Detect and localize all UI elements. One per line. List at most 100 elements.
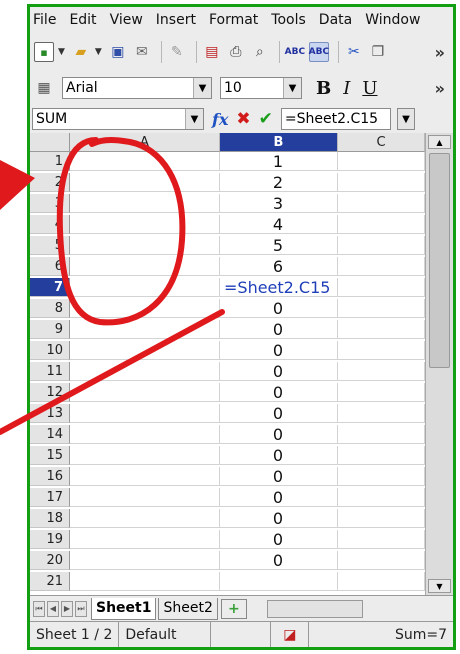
row-header[interactable]: 21 [30, 572, 70, 591]
email-icon[interactable]: ✉ [132, 42, 152, 62]
row-header[interactable]: 7 [30, 278, 70, 297]
column-header-b[interactable]: B [220, 133, 338, 152]
row-header[interactable]: 19 [30, 530, 70, 549]
cell-c5[interactable] [338, 236, 425, 255]
cell-a16[interactable] [70, 467, 220, 486]
row-header[interactable]: 12 [30, 383, 70, 402]
scroll-up-icon[interactable]: ▲ [428, 135, 451, 149]
row-header[interactable]: 18 [30, 509, 70, 528]
expand-formula-icon[interactable]: ▼ [396, 108, 415, 130]
cell-a5[interactable] [70, 236, 220, 255]
cell-c13[interactable] [338, 404, 425, 423]
menu-view[interactable]: View [110, 12, 143, 28]
cell-c8[interactable] [338, 299, 425, 318]
styles-icon[interactable]: ▦ [34, 78, 54, 98]
new-document-icon[interactable]: ▪ [34, 42, 54, 62]
chevron-down-icon[interactable]: ▼ [193, 78, 211, 98]
edit-file-icon[interactable]: ✎ [167, 42, 187, 62]
menu-tools[interactable]: Tools [271, 12, 306, 28]
zoom-slider-icon[interactable] [211, 622, 272, 647]
bold-button[interactable]: B [316, 78, 331, 99]
italic-button[interactable]: I [343, 78, 350, 99]
cell-b15[interactable]: 0 [220, 446, 338, 465]
cell-a15[interactable] [70, 446, 220, 465]
row-header[interactable]: 17 [30, 488, 70, 507]
next-sheet-icon[interactable]: ▶ [61, 600, 73, 617]
cell-a4[interactable] [70, 215, 220, 234]
cell-c16[interactable] [338, 467, 425, 486]
print-icon[interactable]: ⎙ [226, 42, 246, 62]
cell-b5[interactable]: 5 [220, 236, 338, 255]
cell-c9[interactable] [338, 320, 425, 339]
open-dropdown-icon[interactable]: ▼ [95, 47, 102, 57]
cell-a2[interactable] [70, 173, 220, 192]
tab-sheet2[interactable]: Sheet2 [158, 597, 218, 620]
cell-a17[interactable] [70, 488, 220, 507]
cell-c1[interactable] [338, 152, 425, 171]
cell-b11[interactable]: 0 [220, 362, 338, 381]
cell-a14[interactable] [70, 425, 220, 444]
cell-b17[interactable]: 0 [220, 488, 338, 507]
cell-a1[interactable] [70, 152, 220, 171]
row-header[interactable]: 1 [30, 152, 70, 171]
cell-b21[interactable] [220, 572, 338, 591]
row-header[interactable]: 16 [30, 467, 70, 486]
horizontal-scrollbar[interactable] [266, 599, 363, 618]
cell-c6[interactable] [338, 257, 425, 276]
cell-c14[interactable] [338, 425, 425, 444]
menu-edit[interactable]: Edit [69, 12, 96, 28]
menu-file[interactable]: File [33, 12, 56, 28]
cell-b3[interactable]: 3 [220, 194, 338, 213]
cell-c20[interactable] [338, 551, 425, 570]
row-header[interactable]: 4 [30, 215, 70, 234]
cell-c15[interactable] [338, 446, 425, 465]
chevron-down-icon[interactable]: ▼ [185, 109, 203, 129]
font-name-box[interactable]: Arial ▼ [62, 77, 212, 99]
chevron-down-icon[interactable]: ▼ [283, 78, 301, 98]
open-folder-icon[interactable]: ▰ [71, 42, 91, 62]
cell-c12[interactable] [338, 383, 425, 402]
toolbar-overflow-icon[interactable]: » [435, 43, 445, 62]
underline-button[interactable]: U [362, 78, 377, 99]
row-header[interactable]: 13 [30, 404, 70, 423]
font-size-box[interactable]: 10 ▼ [220, 77, 302, 99]
first-sheet-icon[interactable]: ⏮ [33, 600, 45, 617]
menu-insert[interactable]: Insert [156, 12, 196, 28]
cell-a20[interactable] [70, 551, 220, 570]
formula-input[interactable]: =Sheet2.C15 [280, 108, 391, 130]
cell-a19[interactable] [70, 530, 220, 549]
name-box[interactable]: SUM ▼ [32, 108, 204, 130]
cut-icon[interactable]: ✂ [344, 42, 364, 62]
cell-a12[interactable] [70, 383, 220, 402]
cell-c19[interactable] [338, 530, 425, 549]
cell-b10[interactable]: 0 [220, 341, 338, 360]
row-header[interactable]: 11 [30, 362, 70, 381]
cell-a11[interactable] [70, 362, 220, 381]
cell-a9[interactable] [70, 320, 220, 339]
prev-sheet-icon[interactable]: ◀ [47, 600, 59, 617]
cell-c11[interactable] [338, 362, 425, 381]
cell-c17[interactable] [338, 488, 425, 507]
cell-c4[interactable] [338, 215, 425, 234]
column-header-c[interactable]: C [338, 133, 425, 152]
print-preview-icon[interactable]: ⌕ [250, 42, 270, 62]
cell-b16[interactable]: 0 [220, 467, 338, 486]
accept-icon[interactable]: ✔ [259, 109, 273, 129]
menu-window[interactable]: Window [365, 12, 420, 28]
autospellcheck-icon[interactable]: ABC [309, 42, 329, 62]
cell-b9[interactable]: 0 [220, 320, 338, 339]
tab-sheet1[interactable]: Sheet1 [91, 597, 157, 620]
scroll-thumb[interactable] [429, 153, 450, 368]
spellcheck-icon[interactable]: ABC [285, 42, 305, 62]
function-wizard-icon[interactable]: fx [212, 110, 228, 129]
cell-c7[interactable] [338, 278, 425, 297]
cell-b6[interactable]: 6 [220, 257, 338, 276]
row-header[interactable]: 6 [30, 257, 70, 276]
row-header[interactable]: 15 [30, 446, 70, 465]
cell-b7[interactable]: =Sheet2.C15 [220, 278, 338, 297]
cell-a3[interactable] [70, 194, 220, 213]
cell-c21[interactable] [338, 572, 425, 591]
select-all-corner[interactable] [30, 133, 70, 152]
cell-b1[interactable]: 1 [220, 152, 338, 171]
cell-b13[interactable]: 0 [220, 404, 338, 423]
